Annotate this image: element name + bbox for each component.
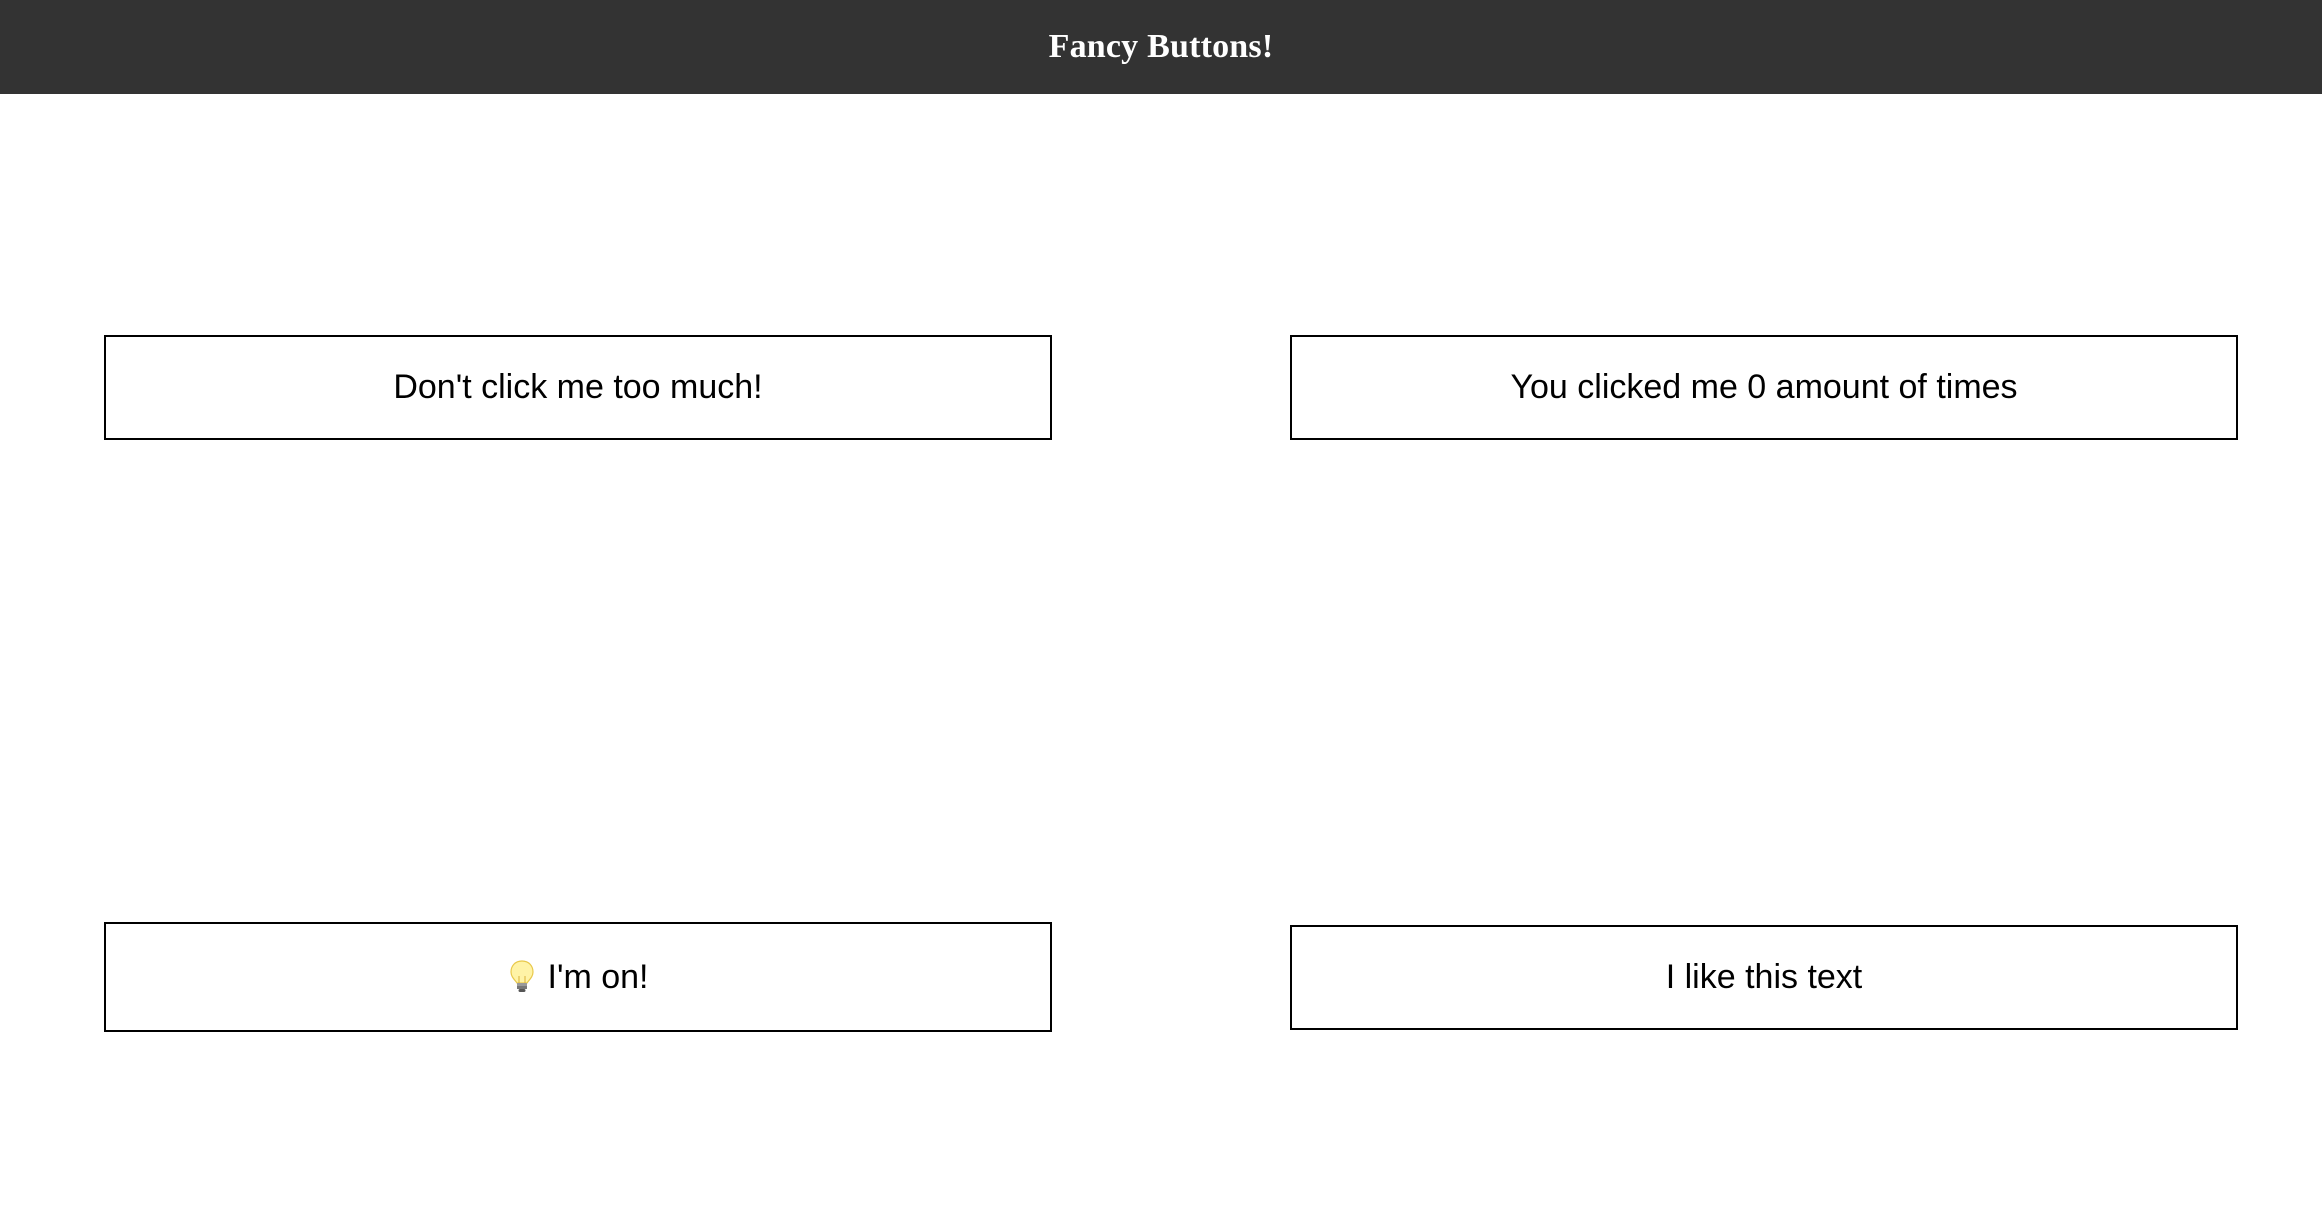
button-label: I like this text	[1665, 958, 1863, 996]
lightbulb-icon	[508, 959, 536, 995]
click-counter-button[interactable]: You clicked me 0 amount of times	[1290, 335, 2238, 440]
button-label: I'm on!	[547, 957, 649, 996]
page-title: Fancy Buttons!	[1048, 28, 1274, 65]
light-toggle-button[interactable]: I'm on!	[104, 922, 1052, 1032]
button-content: I'm on!	[508, 957, 649, 997]
button-label: Don't click me too much!	[393, 368, 763, 406]
button-label: You clicked me 0 amount of times	[1510, 368, 2018, 406]
dont-click-button[interactable]: Don't click me too much!	[104, 335, 1052, 440]
like-text-button[interactable]: I like this text	[1290, 925, 2238, 1030]
app-header: Fancy Buttons!	[0, 0, 2322, 94]
